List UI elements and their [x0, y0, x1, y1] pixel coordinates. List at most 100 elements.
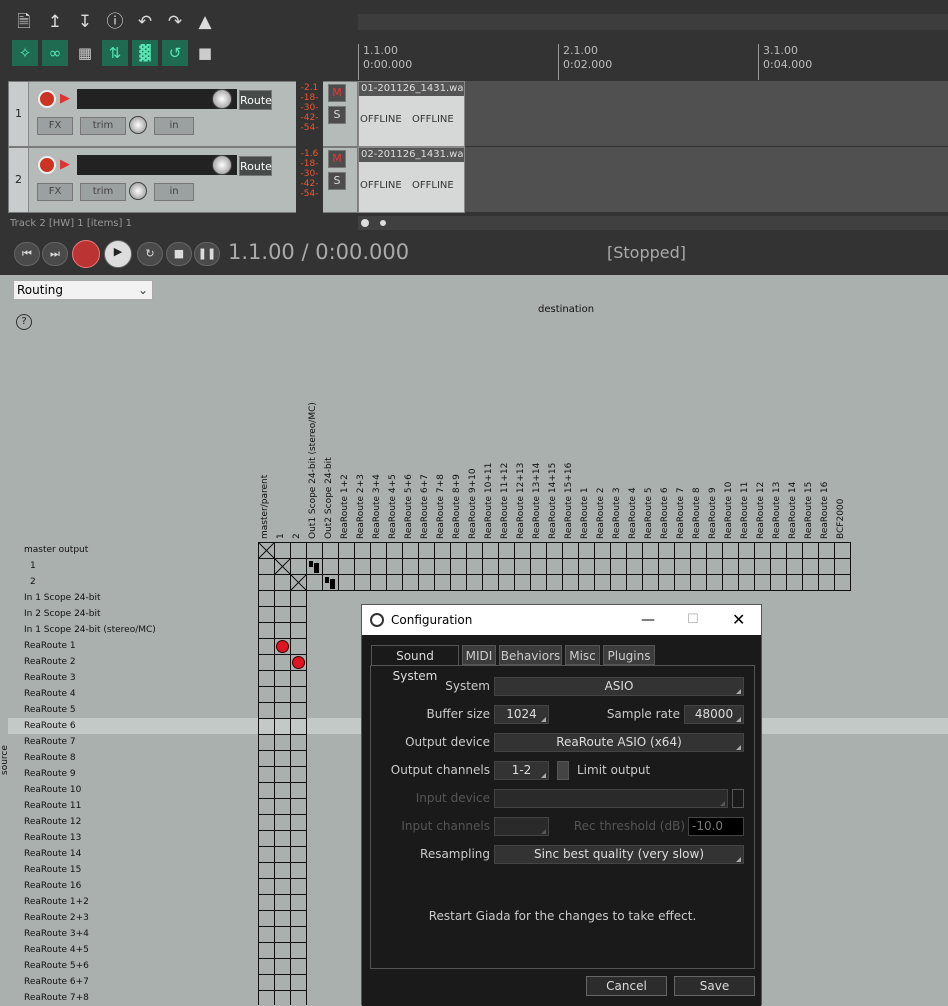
- routing-cell[interactable]: [562, 558, 579, 575]
- routing-cell[interactable]: [274, 734, 291, 751]
- routing-cell[interactable]: [594, 558, 611, 575]
- routing-cell[interactable]: [274, 862, 291, 879]
- pan-knob[interactable]: [129, 182, 147, 200]
- trim-button[interactable]: trim: [80, 117, 126, 135]
- routing-cell[interactable]: [290, 894, 307, 911]
- routing-cell[interactable]: [274, 670, 291, 687]
- routing-cell[interactable]: [514, 574, 531, 591]
- routing-cell[interactable]: [578, 558, 595, 575]
- tab-misc[interactable]: Misc: [565, 645, 600, 665]
- fx-button[interactable]: FX: [37, 183, 73, 201]
- routing-cell[interactable]: [274, 974, 291, 991]
- routing-cell[interactable]: [594, 542, 611, 559]
- routing-cell[interactable]: [290, 990, 307, 1006]
- routing-cell[interactable]: [274, 606, 291, 623]
- routing-cell[interactable]: [626, 542, 643, 559]
- speaker-icon[interactable]: ▶: [60, 157, 70, 172]
- cancel-button[interactable]: Cancel: [586, 976, 667, 996]
- routing-cell[interactable]: [642, 558, 659, 575]
- routing-cell[interactable]: [802, 558, 819, 575]
- routing-cell[interactable]: [802, 542, 819, 559]
- routing-cell[interactable]: [290, 686, 307, 703]
- routing-cell[interactable]: [610, 574, 627, 591]
- routing-cell[interactable]: [818, 558, 835, 575]
- maximize-icon[interactable]: ☐: [687, 605, 699, 635]
- routing-cell[interactable]: [450, 542, 467, 559]
- routing-cell[interactable]: [578, 574, 595, 591]
- routing-cell[interactable]: [498, 574, 515, 591]
- open-project-icon[interactable]: ↥: [43, 11, 67, 33]
- routing-cell[interactable]: [274, 686, 291, 703]
- routing-cell[interactable]: [274, 846, 291, 863]
- routing-cell[interactable]: [658, 542, 675, 559]
- routing-cell[interactable]: [546, 542, 563, 559]
- routing-cell[interactable]: [706, 542, 723, 559]
- pan-knob[interactable]: [129, 116, 147, 134]
- volume-knob[interactable]: [212, 155, 232, 175]
- routing-cell[interactable]: [530, 558, 547, 575]
- tab-midi[interactable]: MIDI: [462, 645, 496, 665]
- routing-cell[interactable]: [738, 574, 755, 591]
- rec-threshold-input[interactable]: -10.0: [688, 817, 744, 836]
- routing-cell[interactable]: [354, 542, 371, 559]
- routing-cell[interactable]: [290, 846, 307, 863]
- resampling-select[interactable]: Sinc best quality (very slow): [494, 845, 744, 864]
- routing-cell[interactable]: [434, 558, 451, 575]
- scroll-left-icon[interactable]: [361, 219, 369, 227]
- mute-button[interactable]: M: [328, 84, 346, 102]
- trim-button[interactable]: trim: [80, 183, 126, 201]
- timeline-ruler[interactable]: 1.1.00 0:00.000 2.1.00 0:02.000 3.1.00 0:04…: [358, 36, 948, 81]
- routing-cell[interactable]: [290, 862, 307, 879]
- record-icon[interactable]: [72, 240, 100, 268]
- go-to-start-icon[interactable]: ⏮: [14, 242, 40, 266]
- pause-icon[interactable]: ❚❚: [194, 242, 220, 266]
- routing-cell[interactable]: [306, 542, 323, 559]
- routing-cell[interactable]: [706, 574, 723, 591]
- solo-button[interactable]: S: [328, 172, 346, 190]
- stop-icon[interactable]: ■: [166, 242, 192, 266]
- output-channels-select[interactable]: 1-2: [494, 761, 549, 780]
- routing-cell[interactable]: [642, 542, 659, 559]
- routing-cell[interactable]: [274, 798, 291, 815]
- routing-cell[interactable]: [466, 574, 483, 591]
- routing-cell[interactable]: [258, 942, 275, 959]
- routing-cell[interactable]: [338, 558, 355, 575]
- routing-cell[interactable]: [290, 670, 307, 687]
- routing-cell[interactable]: [450, 558, 467, 575]
- routing-cell[interactable]: [290, 622, 307, 639]
- routing-cell[interactable]: [674, 574, 691, 591]
- routing-cell[interactable]: [402, 542, 419, 559]
- routing-cell[interactable]: [418, 574, 435, 591]
- routing-cell[interactable]: [754, 542, 771, 559]
- routing-cell[interactable]: [354, 558, 371, 575]
- routing-cell[interactable]: [258, 734, 275, 751]
- input-device-button[interactable]: [732, 789, 744, 808]
- loop-icon[interactable]: ↺: [162, 40, 188, 66]
- ripple-icon[interactable]: ✧: [12, 40, 38, 66]
- routing-cell[interactable]: [434, 542, 451, 559]
- routing-cell[interactable]: [770, 558, 787, 575]
- routing-cell[interactable]: [578, 542, 595, 559]
- routing-cell[interactable]: [258, 846, 275, 863]
- routing-cell[interactable]: [338, 542, 355, 559]
- tab-sound-system[interactable]: Sound System: [371, 645, 459, 683]
- routing-cell[interactable]: [514, 558, 531, 575]
- routing-cell[interactable]: [386, 574, 403, 591]
- routing-cell[interactable]: [546, 574, 563, 591]
- media-item[interactable]: 02-201126_1431.wav OFFLINE OFFLINE: [358, 147, 465, 213]
- routing-cell[interactable]: [290, 718, 307, 735]
- routing-cell[interactable]: [722, 558, 739, 575]
- save-project-icon[interactable]: ↧: [73, 11, 97, 33]
- routing-cell[interactable]: [530, 574, 547, 591]
- fx-button[interactable]: FX: [37, 117, 73, 135]
- routing-cell[interactable]: [498, 542, 515, 559]
- mute-button[interactable]: M: [328, 150, 346, 168]
- routing-cell[interactable]: [258, 990, 275, 1006]
- routing-cell[interactable]: [514, 542, 531, 559]
- routing-cell[interactable]: [690, 574, 707, 591]
- redo-icon[interactable]: ↷: [163, 11, 187, 33]
- routing-cell[interactable]: [386, 542, 403, 559]
- routing-cell[interactable]: [290, 814, 307, 831]
- routing-cell[interactable]: [402, 558, 419, 575]
- routing-cell[interactable]: [258, 638, 275, 655]
